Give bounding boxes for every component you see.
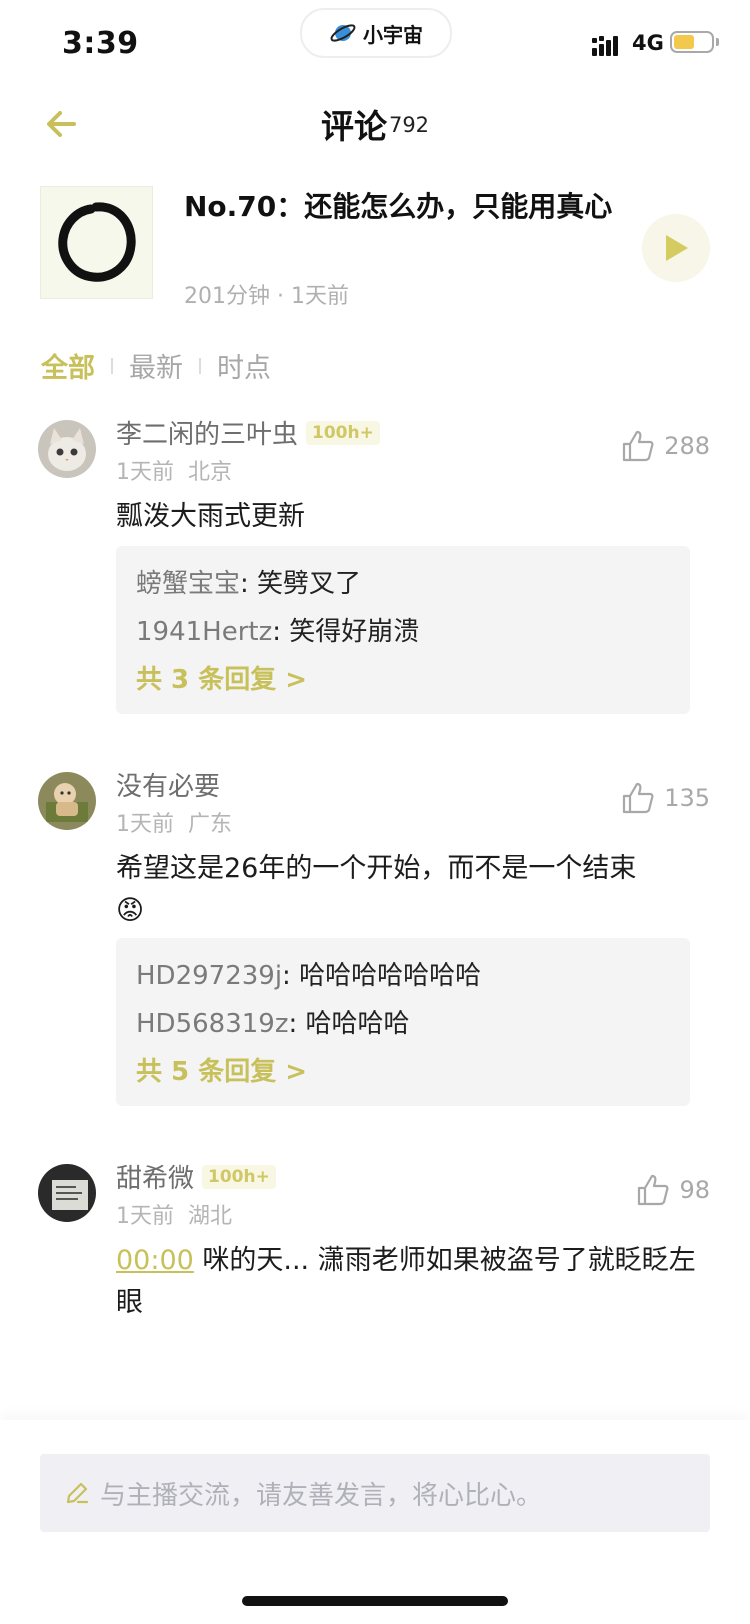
reply-item[interactable]: HD297239j: 哈哈哈哈哈哈哈 <box>136 952 670 1000</box>
like-button[interactable]: 135 <box>620 780 710 816</box>
header: 评论792 <box>0 88 750 160</box>
comment-count: 792 <box>388 112 430 137</box>
play-icon <box>666 235 688 261</box>
bottom-bar: 与主播交流，请友善发言，将心比心。 <box>0 1420 750 1624</box>
episode-meta: 201分钟 · 1天前 <box>184 284 349 309</box>
signal-icon <box>592 36 618 56</box>
status-time: 3:39 <box>62 26 139 61</box>
comment-location: 湖北 <box>188 1204 233 1229</box>
page-title: 评论792 <box>0 100 750 148</box>
reply-author: 1941Hertz <box>136 617 273 647</box>
reply-item[interactable]: 螃蟹宝宝: 笑劈叉了 <box>136 560 670 608</box>
thumbs-up-icon <box>623 782 654 814</box>
view-all-replies-link[interactable]: 共 3 条回复 > <box>136 656 670 704</box>
angry-face-emoji: 😡 <box>116 895 145 926</box>
like-button[interactable]: 288 <box>620 428 710 464</box>
comment-time: 1天前 <box>116 460 174 485</box>
comment-time: 1天前 <box>116 812 174 837</box>
comment-item[interactable]: 李二闲的三叶虫 100h+ 1天前 北京 288 瓢泼大雨式更新 螃蟹宝宝: 笑劈… <box>38 420 710 720</box>
comment-input[interactable]: 与主播交流，请友善发言，将心比心。 <box>40 1454 710 1532</box>
like-count: 288 <box>664 432 710 460</box>
tab-latest[interactable]: 最新 <box>129 346 183 385</box>
comment-location: 广东 <box>188 812 233 837</box>
episode-card[interactable]: No.70：还能怎么办，只能用真心 201分钟 · 1天前 <box>40 186 710 311</box>
listening-badge: 100h+ <box>306 420 380 445</box>
comment-item[interactable]: 甜希微 100h+ 1天前 湖北 98 00:00 咪的天... 潇雨老师如果被盗… <box>38 1164 710 1334</box>
episode-title: No.70：还能怎么办，只能用真心 <box>184 190 613 223</box>
thumbs-up-icon <box>623 430 654 462</box>
planet-icon <box>330 24 356 42</box>
like-button[interactable]: 98 <box>635 1172 710 1208</box>
reply-preview[interactable]: 螃蟹宝宝: 笑劈叉了 1941Hertz: 笑得好崩溃 共 3 条回复 > <box>116 546 690 714</box>
tab-all[interactable]: 全部 <box>41 346 95 385</box>
comment-item[interactable]: 没有必要 1天前 广东 135 希望这是26年的一个开始，而不是一个结束 😡 HD… <box>38 772 710 1112</box>
battery-level <box>674 35 694 49</box>
tab-timepoint[interactable]: 时点 <box>217 346 271 385</box>
reply-author: 螃蟹宝宝 <box>136 569 241 599</box>
like-count: 98 <box>679 1176 710 1204</box>
avatar[interactable] <box>38 772 96 830</box>
reply-text: : 哈哈哈哈 <box>288 1009 410 1039</box>
comment-text: 希望这是26年的一个开始，而不是一个结束 😡 <box>116 848 696 932</box>
cat-avatar-icon <box>38 420 96 478</box>
username[interactable]: 甜希微 <box>116 1158 194 1195</box>
play-button[interactable] <box>642 214 710 282</box>
comment-location: 北京 <box>188 460 233 485</box>
user-line: 李二闲的三叶虫 100h+ <box>116 414 380 451</box>
like-count: 135 <box>664 784 710 812</box>
comment-text-body: 希望这是26年的一个开始，而不是一个结束 <box>116 853 637 884</box>
reply-item[interactable]: HD568319z: 哈哈哈哈 <box>136 1000 670 1048</box>
page-title-text: 评论 <box>320 107 387 146</box>
avatar[interactable] <box>38 420 96 478</box>
battery-cap <box>716 38 719 46</box>
battery-icon <box>670 31 714 53</box>
reply-item[interactable]: 1941Hertz: 笑得好崩溃 <box>136 608 670 656</box>
comment-text: 00:00 咪的天... 潇雨老师如果被盗号了就眨眨左眼 <box>116 1240 696 1324</box>
comment-meta: 1天前 广东 <box>116 806 232 838</box>
status-bar: 3:39 小宇宙 4G <box>0 0 750 88</box>
tab-divider <box>111 357 113 374</box>
photo-avatar-icon <box>38 1164 96 1222</box>
comment-meta: 1天前 湖北 <box>116 1198 232 1230</box>
tab-divider <box>199 357 201 374</box>
comment-time: 1天前 <box>116 1204 174 1229</box>
enso-logo <box>58 202 136 282</box>
comment-input-placeholder: 与主播交流，请友善发言，将心比心。 <box>100 1480 543 1511</box>
listening-badge: 100h+ <box>202 1164 276 1189</box>
user-line: 甜希微 100h+ <box>116 1158 276 1195</box>
reply-preview[interactable]: HD297239j: 哈哈哈哈哈哈哈 HD568319z: 哈哈哈哈 共 5 条… <box>116 938 690 1106</box>
reply-author: HD568319z <box>136 1009 289 1039</box>
pencil-icon <box>66 1482 89 1504</box>
comment-text: 瓢泼大雨式更新 <box>116 501 305 532</box>
comment-meta: 1天前 北京 <box>116 454 232 486</box>
view-all-replies-link[interactable]: 共 5 条回复 > <box>136 1048 670 1096</box>
user-line: 没有必要 <box>116 766 220 803</box>
home-indicator <box>242 1596 508 1606</box>
timestamp-link[interactable]: 00:00 <box>116 1245 194 1276</box>
reply-author: HD297239j <box>136 961 283 991</box>
username[interactable]: 没有必要 <box>116 766 220 803</box>
username[interactable]: 李二闲的三叶虫 <box>116 414 298 451</box>
reply-text: : 笑得好崩溃 <box>272 617 420 647</box>
reply-text: : 笑劈叉了 <box>240 569 362 599</box>
episode-cover <box>40 186 153 299</box>
avatar[interactable] <box>38 1164 96 1222</box>
network-type: 4G <box>632 31 664 55</box>
app-pill[interactable]: 小宇宙 <box>300 8 452 58</box>
reply-text: : 哈哈哈哈哈哈哈 <box>282 961 482 991</box>
thumbs-up-icon <box>638 1174 669 1206</box>
comment-tabs: 全部 最新 时点 <box>41 346 271 385</box>
app-pill-label: 小宇宙 <box>363 22 423 47</box>
comment-text-body: 咪的天... 潇雨老师如果被盗号了就眨眨左眼 <box>116 1245 696 1318</box>
cartoon-avatar-icon <box>38 772 96 830</box>
